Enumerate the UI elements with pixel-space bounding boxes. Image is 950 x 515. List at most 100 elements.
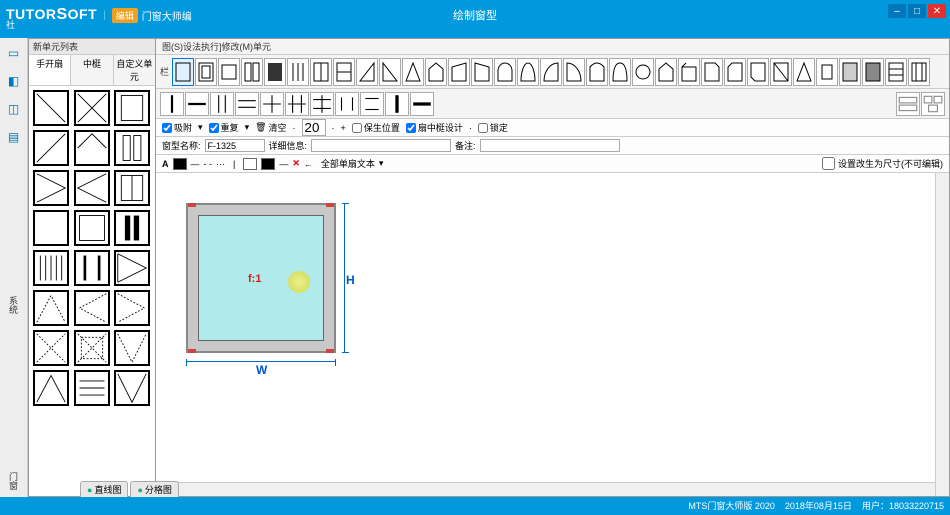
window-shape[interactable]: f:1 H W: [186, 203, 336, 353]
unit-cell[interactable]: [114, 330, 150, 366]
window-frame[interactable]: f:1: [186, 203, 336, 353]
maximize-button[interactable]: □: [908, 4, 926, 18]
shape-tool[interactable]: [563, 58, 585, 86]
shape-tool[interactable]: [264, 58, 286, 86]
shape-tool[interactable]: [379, 58, 401, 86]
shape-tool[interactable]: [770, 58, 792, 86]
mullion-tool[interactable]: [160, 92, 184, 116]
shape-tool[interactable]: [655, 58, 677, 86]
rail-icon-3[interactable]: ◫: [5, 100, 23, 118]
shape-tool[interactable]: [241, 58, 263, 86]
close-button[interactable]: ✕: [928, 4, 946, 18]
rail-icon-1[interactable]: ▭: [5, 44, 23, 62]
shape-tool[interactable]: [747, 58, 769, 86]
shape-tool[interactable]: [862, 58, 884, 86]
shape-tool[interactable]: [333, 58, 355, 86]
mullion-tool[interactable]: [385, 92, 409, 116]
unit-cell[interactable]: [33, 330, 69, 366]
color-black[interactable]: [173, 158, 187, 170]
palette-tab-1[interactable]: 手开扇: [29, 55, 71, 85]
shape-tool[interactable]: [218, 58, 240, 86]
color-white[interactable]: [243, 158, 257, 170]
shape-tool[interactable]: [908, 58, 930, 86]
mullion-tool[interactable]: [410, 92, 434, 116]
shape-tool[interactable]: [632, 58, 654, 86]
unit-cell[interactable]: [114, 170, 150, 206]
unit-cell[interactable]: [114, 210, 150, 246]
mullion-tool[interactable]: [335, 92, 359, 116]
unit-cell[interactable]: [74, 330, 110, 366]
unit-cell[interactable]: [33, 130, 69, 166]
shape-tool[interactable]: [816, 58, 838, 86]
num-input-1[interactable]: [302, 119, 326, 136]
unit-cell[interactable]: [114, 370, 150, 406]
unit-cell[interactable]: [74, 130, 110, 166]
snap-checkbox[interactable]: [162, 123, 172, 133]
unit-cell[interactable]: [114, 130, 150, 166]
delete-icon[interactable]: ✕: [292, 158, 300, 169]
mullion-tool[interactable]: [360, 92, 384, 116]
unit-cell[interactable]: [74, 210, 110, 246]
shape-tool[interactable]: [494, 58, 516, 86]
unit-cell[interactable]: [74, 370, 110, 406]
mullion-tool[interactable]: [260, 92, 284, 116]
rail-icon-2[interactable]: ◧: [5, 72, 23, 90]
unit-cell[interactable]: [74, 250, 110, 286]
design-checkbox[interactable]: [406, 123, 416, 133]
name-input[interactable]: [205, 139, 265, 152]
pos-checkbox[interactable]: [352, 123, 362, 133]
scrollbar-vertical[interactable]: [935, 173, 949, 496]
shape-tool[interactable]: [402, 58, 424, 86]
mullion-tool[interactable]: [310, 92, 334, 116]
footer-tab-1[interactable]: ●直线图: [80, 481, 128, 497]
minimize-button[interactable]: –: [888, 4, 906, 18]
shape-tool[interactable]: [586, 58, 608, 86]
shape-tool[interactable]: [793, 58, 815, 86]
mullion-tool[interactable]: [235, 92, 259, 116]
shape-tool[interactable]: [701, 58, 723, 86]
rail-label-1[interactable]: 系统: [7, 296, 20, 322]
shape-tool[interactable]: [540, 58, 562, 86]
drawing-canvas[interactable]: f:1 H W: [156, 173, 949, 496]
unit-cell[interactable]: [33, 170, 69, 206]
unit-cell[interactable]: [74, 90, 110, 126]
shape-tool[interactable]: [287, 58, 309, 86]
shape-tool[interactable]: [885, 58, 907, 86]
menubar[interactable]: 图(S)设法执行]修改(M)单元: [156, 39, 949, 55]
shape-tool[interactable]: [310, 58, 332, 86]
shape-tool[interactable]: [517, 58, 539, 86]
shape-tool[interactable]: [172, 58, 194, 86]
palette-tab-3[interactable]: 自定义单元: [114, 55, 155, 85]
clear-button[interactable]: 🗑清空: [255, 121, 286, 134]
shape-tool[interactable]: [356, 58, 378, 86]
shape-tool[interactable]: [609, 58, 631, 86]
mullion-tool[interactable]: [285, 92, 309, 116]
unit-cell[interactable]: [114, 290, 150, 326]
brick-tool[interactable]: [896, 92, 920, 116]
unit-cell[interactable]: [33, 370, 69, 406]
size-lock-checkbox[interactable]: [822, 157, 835, 170]
mullion-tool[interactable]: [210, 92, 234, 116]
mullion-tool[interactable]: [185, 92, 209, 116]
rail-icon-4[interactable]: ▤: [5, 128, 23, 146]
rail-label-2[interactable]: 门窗: [7, 472, 20, 498]
unit-cell[interactable]: [33, 90, 69, 126]
unit-cell[interactable]: [33, 250, 69, 286]
shape-tool[interactable]: [448, 58, 470, 86]
scrollbar-horizontal[interactable]: [156, 482, 935, 496]
shape-tool[interactable]: [839, 58, 861, 86]
unit-cell[interactable]: [33, 290, 69, 326]
unit-cell[interactable]: [74, 290, 110, 326]
color-fill[interactable]: [261, 158, 275, 170]
shape-tool[interactable]: [724, 58, 746, 86]
unit-cell[interactable]: [33, 210, 69, 246]
footer-tab-2[interactable]: ●分格图: [130, 481, 178, 497]
unit-cell[interactable]: [114, 90, 150, 126]
palette-tab-2[interactable]: 中梃: [71, 55, 113, 85]
shape-tool[interactable]: [678, 58, 700, 86]
shape-tool[interactable]: [471, 58, 493, 86]
redo-checkbox[interactable]: [209, 123, 219, 133]
text-style-a[interactable]: A: [162, 159, 169, 169]
detail-input[interactable]: [311, 139, 451, 152]
shape-tool[interactable]: [425, 58, 447, 86]
